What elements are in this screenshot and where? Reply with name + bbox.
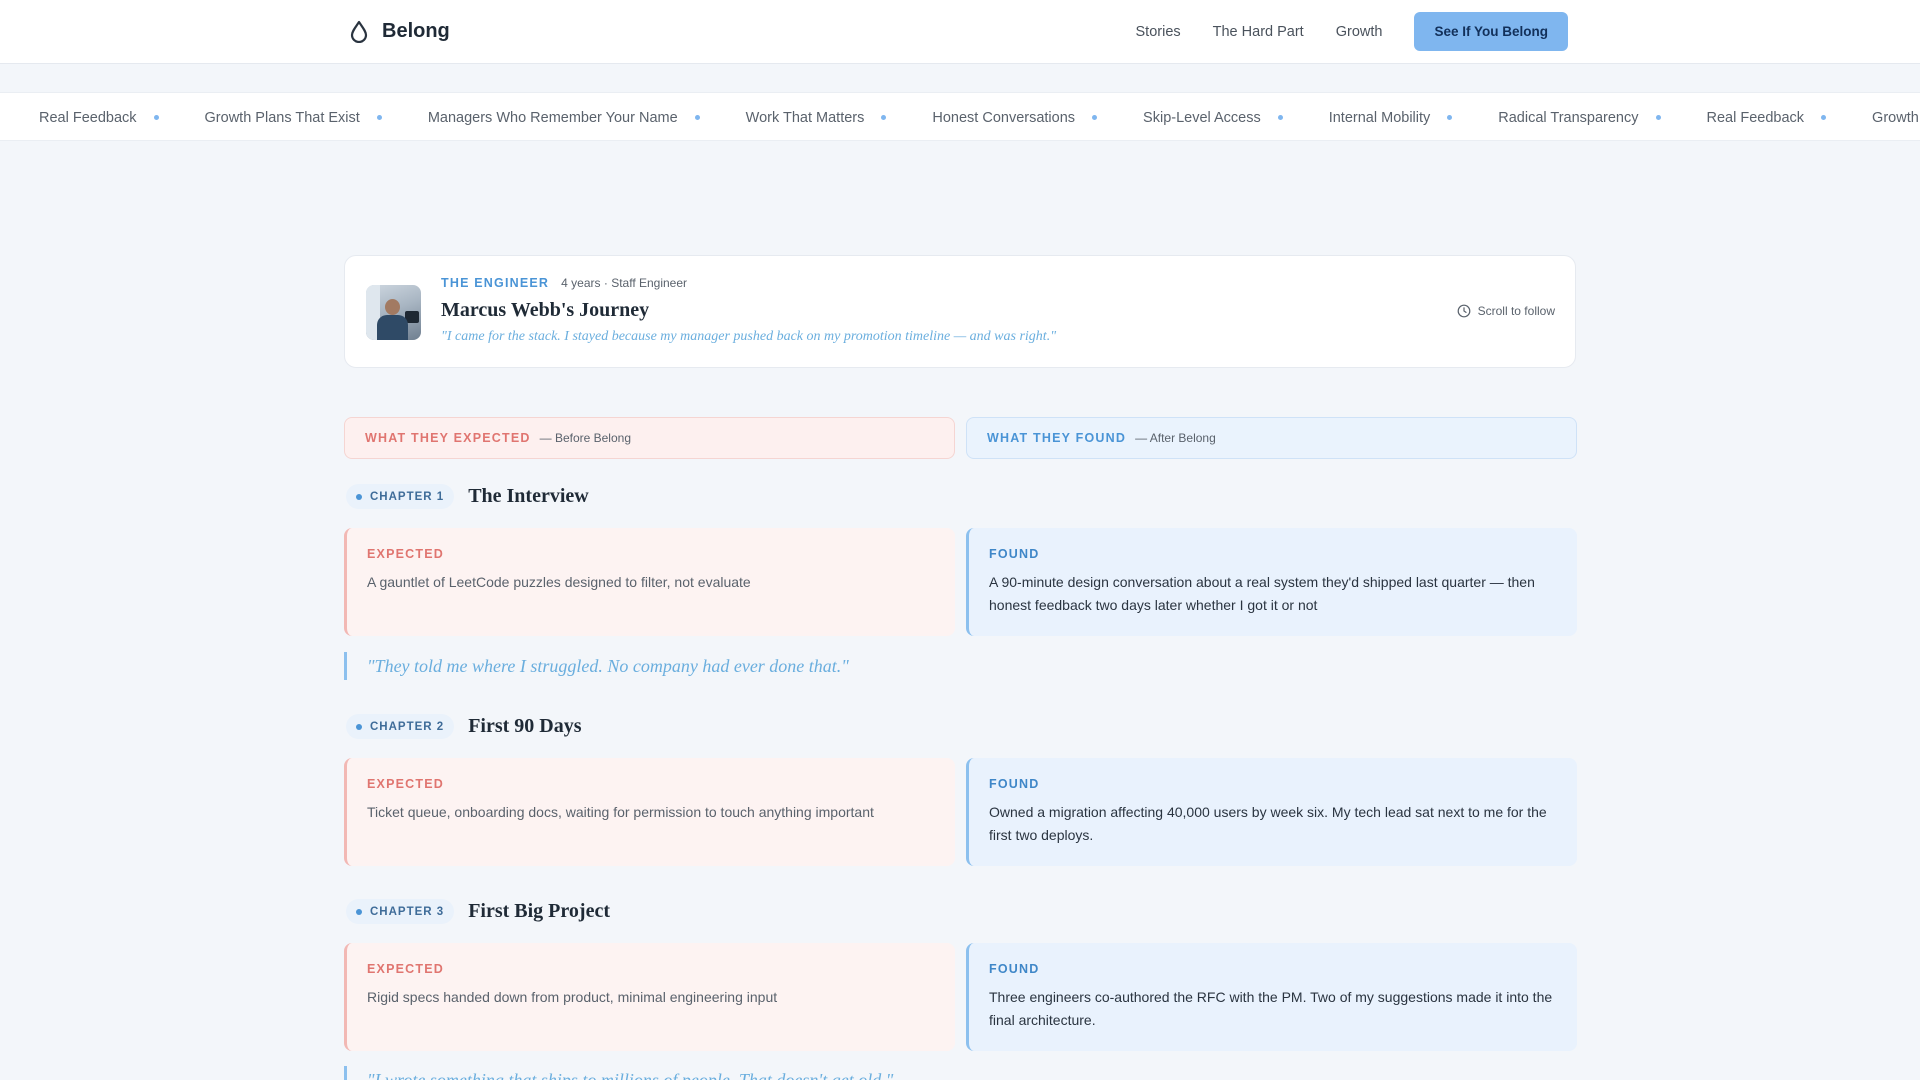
chapter-chip: CHAPTER 1 xyxy=(346,484,455,509)
expected-text: Rigid specs handed down from product, mi… xyxy=(367,989,778,1005)
ticker-item: Internal Mobility xyxy=(1329,110,1499,126)
see-if-you-belong-button[interactable]: See If You Belong xyxy=(1414,12,1568,51)
profile-title: Marcus Webb's Journey xyxy=(441,299,650,321)
found-label: FOUND xyxy=(989,547,1040,561)
pull-quote: "They told me where I struggled. No comp… xyxy=(344,652,849,680)
expected-label: EXPECTED xyxy=(367,547,444,561)
ticker-item-label: Growth Plans That Exist xyxy=(204,109,360,126)
ticker-item: Growth Plans That Exist xyxy=(205,110,428,126)
ticker-item-label: Real Feedback xyxy=(39,109,137,126)
expected-label: EXPECTED xyxy=(367,777,444,791)
ticker-item-label: Growth Plans That Exist xyxy=(1872,109,1920,126)
profile-tenure: 4 years · Staff Engineer xyxy=(561,276,688,290)
profile-card: THE ENGINEER 4 years · Staff Engineer Ma… xyxy=(344,255,1576,368)
ticker-item-label: Skip-Level Access xyxy=(1143,109,1261,126)
nav-link-stories[interactable]: Stories xyxy=(1136,24,1181,40)
nav-link-the-hard-part[interactable]: The Hard Part xyxy=(1213,24,1304,40)
ticker-track: Real Feedback Growth Plans That Exist Mana… xyxy=(39,93,1920,140)
expected-column-subtitle: — Before Belong xyxy=(539,431,631,445)
ticker-item: Radical Transparency xyxy=(1498,110,1706,126)
ticker-separator-dot xyxy=(153,115,159,120)
values-ticker: Real Feedback Growth Plans That Exist Mana… xyxy=(0,92,1920,141)
chapter-header: CHAPTER 1 The Interview xyxy=(346,484,589,509)
ticker-item: Real Feedback xyxy=(1707,110,1873,126)
found-card: FOUND Three engineers co-authored the RF… xyxy=(966,943,1577,1051)
ticker-item-label: Internal Mobility xyxy=(1328,109,1431,126)
main-nav: Stories The Hard Part Growth See If You … xyxy=(1136,12,1568,51)
ticker-separator-dot xyxy=(881,115,887,120)
profile-meta: THE ENGINEER 4 years · Staff Engineer xyxy=(441,276,687,290)
ticker-separator-dot xyxy=(1821,115,1827,120)
found-column-header: WHAT THEY FOUND — After Belong xyxy=(966,417,1577,459)
found-label: FOUND xyxy=(989,777,1040,791)
ticker-item-label: Real Feedback xyxy=(1706,109,1805,126)
chapter-title: First 90 Days xyxy=(468,715,582,737)
found-text: Three engineers co-authored the RFC with… xyxy=(989,989,1553,1028)
expected-card: EXPECTED A gauntlet of LeetCode puzzles … xyxy=(344,528,955,636)
found-label: FOUND xyxy=(989,962,1040,976)
chapter-chip: CHAPTER 2 xyxy=(346,714,455,739)
profile-role: THE ENGINEER xyxy=(441,276,550,290)
ticker-separator-dot xyxy=(1092,115,1098,120)
chapter-chip: CHAPTER 3 xyxy=(346,899,455,924)
brand-logo[interactable]: Belong xyxy=(348,19,450,43)
site-header: Belong Stories The Hard Part Growth See … xyxy=(0,0,1920,64)
chapter-title: The Interview xyxy=(468,485,589,507)
profile-quote: "I came for the stack. I stayed because … xyxy=(441,329,1057,344)
avatar xyxy=(366,285,421,340)
found-column-subtitle: — After Belong xyxy=(1135,431,1216,445)
found-card: FOUND A 90-minute design conversation ab… xyxy=(966,528,1577,636)
found-text: A 90-minute design conversation about a … xyxy=(989,574,1535,613)
ticker-item-label: Radical Transparency xyxy=(1498,109,1639,126)
expected-text: A gauntlet of LeetCode puzzles designed … xyxy=(367,574,751,590)
ticker-separator-dot xyxy=(694,115,700,120)
ticker-item: Managers Who Remember Your Name xyxy=(428,110,746,126)
expected-label: EXPECTED xyxy=(367,962,444,976)
chapter-header: CHAPTER 2 First 90 Days xyxy=(346,714,582,739)
ticker-item: Growth Plans That Exist xyxy=(1872,110,1920,126)
brand-name: Belong xyxy=(382,19,450,42)
found-text: Owned a migration affecting 40,000 users… xyxy=(989,804,1547,843)
found-column-title: WHAT THEY FOUND xyxy=(987,431,1127,445)
chapter-header: CHAPTER 3 First Big Project xyxy=(346,899,610,924)
found-card: FOUND Owned a migration affecting 40,000… xyxy=(966,758,1577,866)
ticker-separator-dot xyxy=(1655,115,1661,120)
pull-quote: "I wrote something that ships to million… xyxy=(344,1066,893,1080)
drop-icon xyxy=(350,20,368,43)
ticker-item: Real Feedback xyxy=(39,110,205,126)
scroll-hint-label: Scroll to follow xyxy=(1477,304,1555,318)
ticker-item-label: Managers Who Remember Your Name xyxy=(427,109,678,126)
chapter-title: First Big Project xyxy=(468,900,610,922)
ticker-item-label: Work That Matters xyxy=(745,109,865,126)
expected-column-header: WHAT THEY EXPECTED — Before Belong xyxy=(344,417,955,459)
clock-icon xyxy=(1457,304,1471,318)
expected-text: Ticket queue, onboarding docs, waiting f… xyxy=(367,804,874,820)
ticker-item: Honest Conversations xyxy=(932,110,1143,126)
ticker-item: Skip-Level Access xyxy=(1143,110,1329,126)
ticker-separator-dot xyxy=(1447,115,1453,120)
ticker-separator-dot xyxy=(376,115,382,120)
expected-column-title: WHAT THEY EXPECTED xyxy=(365,431,531,445)
ticker-item-label: Honest Conversations xyxy=(932,109,1076,126)
ticker-separator-dot xyxy=(1277,115,1283,120)
scroll-hint: Scroll to follow xyxy=(1457,304,1555,318)
expected-card: EXPECTED Ticket queue, onboarding docs, … xyxy=(344,758,955,866)
nav-link-growth[interactable]: Growth xyxy=(1336,24,1383,40)
expected-card: EXPECTED Rigid specs handed down from pr… xyxy=(344,943,955,1051)
ticker-item: Work That Matters xyxy=(746,110,933,126)
